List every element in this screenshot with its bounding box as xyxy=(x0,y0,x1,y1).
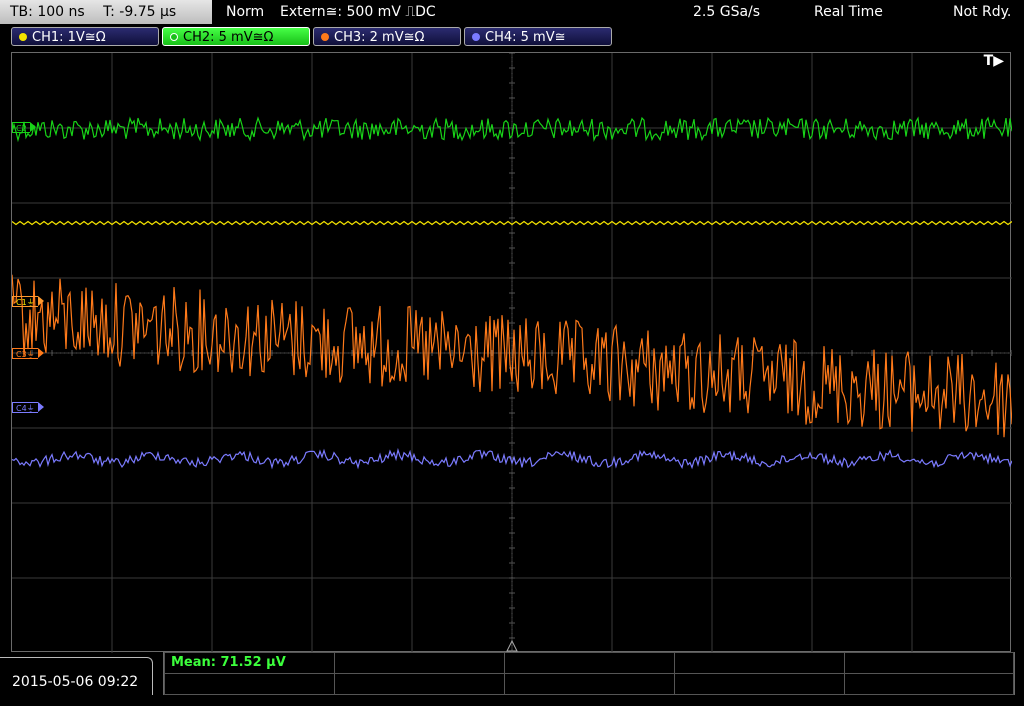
timebase-box[interactable]: TB: 100 ns T: -9.75 µs xyxy=(0,0,212,24)
tab-ch3[interactable]: CH3: 2 mV≅Ω xyxy=(313,27,461,46)
channel-tabs: CH1: 1V≅Ω CH2: 5 mV≅Ω CH3: 2 mV≅Ω CH4: 5… xyxy=(0,26,1024,48)
measurement-mean: Mean: 71.52 µV xyxy=(171,655,286,670)
ch1-dot-icon xyxy=(19,33,27,41)
measurement-cell-1[interactable]: Mean: 71.52 µV xyxy=(164,652,335,674)
timebase-readout: TB: 100 ns xyxy=(10,4,85,20)
measurement-cell-7[interactable] xyxy=(334,673,505,695)
status-bar: TB: 100 ns T: -9.75 µs Norm Extern≅: 500… xyxy=(0,0,1024,24)
measurement-panel[interactable]: Mean: 71.52 µV xyxy=(163,652,1015,695)
measurement-cell-5[interactable] xyxy=(844,652,1014,674)
trigger-time-readout: T: -9.75 µs xyxy=(103,4,177,20)
measurement-cell-4[interactable] xyxy=(674,652,845,674)
tab-ch4[interactable]: CH4: 5 mV≅ xyxy=(464,27,612,46)
measurement-cell-9[interactable] xyxy=(674,673,845,695)
waveform-display[interactable]: T▶ xyxy=(11,52,1012,653)
ch4-offset-marker[interactable]: C4⏚ xyxy=(12,402,44,413)
sample-rate: 2.5 GSa/s xyxy=(693,4,761,20)
trigger-mode[interactable]: Norm xyxy=(226,0,264,24)
measurement-cell-6[interactable] xyxy=(164,673,335,695)
tab-ch2-label: CH2: 5 mV≅Ω xyxy=(183,30,274,45)
datetime-box: 2015-05-06 09:22 xyxy=(0,657,153,695)
tab-ch2[interactable]: CH2: 5 mV≅Ω xyxy=(162,27,310,46)
tab-ch4-label: CH4: 5 mV≅ xyxy=(485,30,566,45)
datetime: 2015-05-06 09:22 xyxy=(12,674,139,690)
bottom-bar: 2015-05-06 09:22 Mean: 71.52 µV xyxy=(0,652,1024,695)
acquisition-mode[interactable]: Real Time xyxy=(814,0,883,24)
ch4-dot-icon xyxy=(472,33,480,41)
measurement-cell-3[interactable] xyxy=(504,652,675,674)
trigger-source[interactable]: Extern≅: 500 mV ⎍DC xyxy=(280,0,436,24)
ch3-dot-icon xyxy=(321,33,329,41)
tab-ch1-label: CH1: 1V≅Ω xyxy=(32,30,106,45)
ch1-offset-marker[interactable]: C1⏚ xyxy=(12,296,44,307)
ch2-dot-icon xyxy=(170,33,178,41)
measurement-cell-8[interactable] xyxy=(504,673,675,695)
tab-ch1[interactable]: CH1: 1V≅Ω xyxy=(11,27,159,46)
measurement-cell-10[interactable] xyxy=(844,673,1014,695)
ch2-offset-marker[interactable]: C2 xyxy=(12,122,36,133)
measurement-cell-2[interactable] xyxy=(334,652,505,674)
waveform-canvas xyxy=(12,53,1012,653)
ch3-offset-marker[interactable]: C3⏚ xyxy=(12,348,44,359)
acquisition-status: Not Rdy. xyxy=(953,4,1012,20)
trigger-position-icon: T▶ xyxy=(983,53,1004,69)
tab-ch3-label: CH3: 2 mV≅Ω xyxy=(334,30,425,45)
